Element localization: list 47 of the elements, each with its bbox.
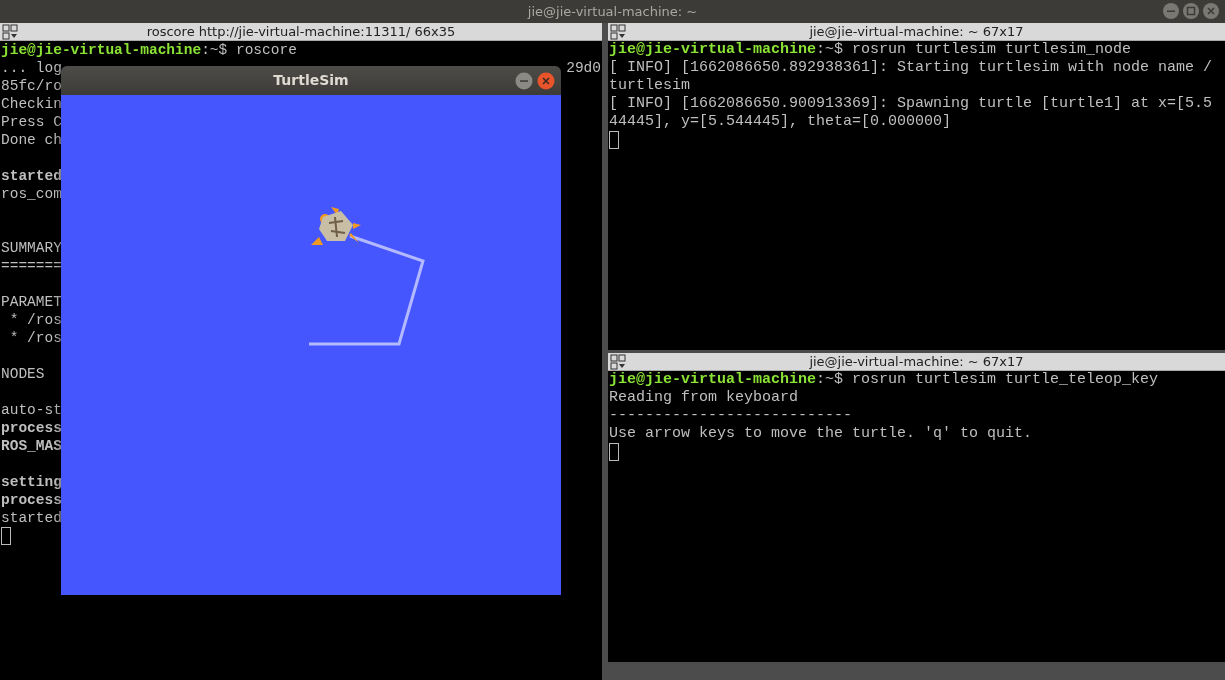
terminal-line: Checkin — [1, 95, 62, 113]
grid-icon[interactable] — [2, 24, 18, 40]
terminal-line: jie@jie-virtual-machine:~$ roscore — [1, 41, 297, 59]
terminal-line: [ INFO] [1662086650.892938361]: Starting turtlesim with node name / — [609, 59, 1213, 77]
terminal-line: 29d0 — [566, 59, 601, 77]
terminal-line: 85fc/ro — [1, 77, 62, 95]
terminal-line: jie@jie-virtual-machine:~$ rosrun turtlesim turtle_teleop_key — [609, 371, 1159, 389]
terminal-line: NODES — [1, 365, 45, 383]
minimize-button[interactable] — [1163, 3, 1179, 19]
terminal-line: Done ch — [1, 131, 62, 149]
terminal-line: ros_com — [1, 185, 62, 203]
terminal-line: --------------------------- — [609, 407, 853, 425]
turtle-drawing — [311, 207, 361, 245]
terminal-line: turtlesim — [609, 77, 690, 95]
close-button[interactable] — [1203, 3, 1219, 19]
terminal-line: setting — [1, 473, 62, 491]
terminal-line: process — [1, 419, 62, 437]
terminal-line: ... log — [1, 59, 62, 77]
terminal-line: started — [1, 167, 62, 185]
terminal-title: jie@jie-virtual-machine: ~ 67x17 — [809, 23, 1024, 41]
text-cursor — [609, 443, 619, 461]
terminal-line: ROS_MAS — [1, 437, 62, 455]
terminal-line: * /ros — [8, 329, 62, 347]
terminal-line: process — [1, 491, 62, 509]
terminal-line: PARAMET — [1, 293, 62, 311]
terminal-line: jie@jie-virtual-machine:~$ rosrun turtlesim turtlesim_node — [609, 41, 1132, 59]
terminal-line: * /ros — [8, 311, 62, 329]
terminal-title: jie@jie-virtual-machine: ~ 67x17 — [809, 353, 1024, 371]
window-title: jie@jie-virtual-machine: ~ — [527, 3, 698, 21]
close-button[interactable] — [537, 72, 555, 90]
terminal-line: 44445], y=[5.544445], theta=[0.000000] — [609, 113, 952, 131]
maximize-button[interactable] — [1183, 3, 1199, 19]
window-title: TurtleSim — [273, 71, 349, 90]
terminal-line: ======= — [1, 257, 62, 275]
terminal-line: started — [1, 509, 62, 527]
text-cursor — [609, 131, 619, 149]
minimize-button[interactable] — [515, 72, 533, 90]
terminal-line: Reading from keyboard — [609, 389, 799, 407]
terminal-line: auto-st — [1, 401, 62, 419]
terminal-line: Use arrow keys to move the turtle. 'q' to quit. — [609, 425, 1033, 443]
text-cursor — [1, 527, 11, 545]
grid-icon[interactable] — [610, 354, 626, 370]
grid-icon[interactable] — [610, 24, 626, 40]
terminal-title: roscore http://jie-virtual-machine:11311/ 66x35 — [146, 23, 456, 41]
terminal-line: [ INFO] [1662086650.900913369]: Spawning turtle [turtle1] at x=[5.5 — [609, 95, 1213, 113]
terminal-line: Press C — [1, 113, 62, 131]
terminal-line: SUMMARY — [1, 239, 62, 257]
